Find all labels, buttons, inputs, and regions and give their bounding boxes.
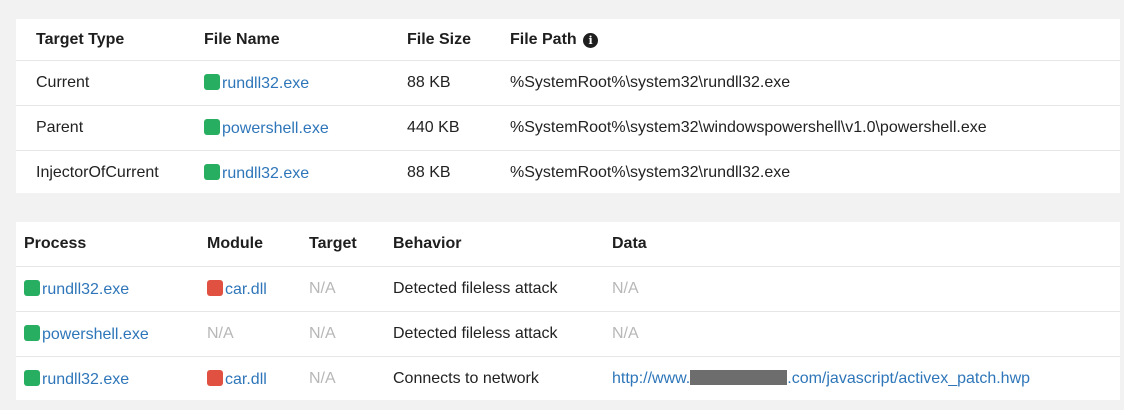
- target-files-table: Target Type File Name File Size File Pat…: [16, 19, 1120, 195]
- target-cell: N/A: [309, 370, 336, 387]
- module-link[interactable]: car.dll: [225, 281, 267, 298]
- behavior-cell: Detected fileless attack: [393, 266, 612, 312]
- target-cell: N/A: [309, 266, 393, 312]
- file-size-cell: 88 KB: [407, 164, 451, 181]
- behavior-cell: Detected fileless attack: [393, 311, 612, 357]
- module-link[interactable]: car.dll: [225, 371, 267, 388]
- header-module: Module: [207, 222, 309, 267]
- process-link[interactable]: powershell.exe: [42, 326, 149, 343]
- target-cell: N/A: [309, 311, 393, 357]
- table-row: rundll32.exe car.dll N/A Detected filele…: [16, 266, 1120, 312]
- header-behavior: Behavior: [393, 222, 612, 267]
- file-path-cell: %SystemRoot%\system32\windowspowershell\…: [510, 105, 1120, 151]
- target-type-cell: InjectorOfCurrent: [36, 164, 159, 181]
- data-cell: N/A: [612, 266, 1120, 312]
- process-cell: rundll32.exe: [16, 266, 207, 312]
- table-row: Parent powershell.exe 440 KB %SystemRoot…: [16, 105, 1120, 151]
- file-name-cell: rundll32.exe: [204, 151, 407, 196]
- table-row: Current rundll32.exe 88 KB %SystemRoot%\…: [16, 60, 1120, 106]
- url-suffix: .com/javascript/activex_patch.hwp: [787, 370, 1031, 387]
- file-size-cell: 440 KB: [407, 105, 510, 151]
- file-name-link[interactable]: powershell.exe: [222, 120, 329, 137]
- file-path-cell: %SystemRoot%\system32\rundll32.exe: [510, 60, 1120, 106]
- module-cell: car.dll: [207, 266, 309, 312]
- table-row: InjectorOfCurrent rundll32.exe 88 KB %Sy…: [16, 151, 1120, 196]
- process-link[interactable]: rundll32.exe: [42, 371, 129, 388]
- file-size-cell: 88 KB: [407, 60, 510, 106]
- table-row: powershell.exe N/A N/A Detected fileless…: [16, 311, 1120, 357]
- green-status-icon: [24, 324, 40, 341]
- info-circle-icon[interactable]: i: [583, 32, 599, 48]
- header-target: Target: [309, 222, 393, 267]
- header-file-path-label: File Path: [510, 30, 577, 48]
- target-type-cell: Parent: [16, 105, 204, 151]
- behavior-events-panel: Process Module Target Behavior Data rund…: [16, 222, 1120, 400]
- behavior-cell: Connects to network: [393, 370, 539, 387]
- process-cell: rundll32.exe: [16, 357, 207, 402]
- header-data: Data: [612, 222, 1120, 267]
- target-files-panel: Target Type File Name File Size File Pat…: [16, 19, 1120, 193]
- header-file-path: File Path i: [510, 19, 1120, 61]
- table-header-row: Target Type File Name File Size File Pat…: [16, 19, 1120, 61]
- redaction-block: [690, 370, 788, 385]
- data-cell: N/A: [612, 311, 1120, 357]
- green-status-icon: [204, 163, 220, 180]
- header-file-size: File Size: [407, 19, 510, 61]
- red-status-icon: [207, 369, 223, 386]
- header-target-type: Target Type: [16, 19, 204, 61]
- module-cell: car.dll: [207, 357, 309, 402]
- file-path-cell: %SystemRoot%\system32\rundll32.exe: [510, 164, 791, 181]
- red-status-icon: [207, 279, 223, 296]
- target-type-cell: Current: [16, 60, 204, 106]
- file-name-cell: rundll32.exe: [204, 60, 407, 106]
- header-process: Process: [16, 222, 207, 267]
- table-row: rundll32.exe car.dll N/A Connects to net…: [16, 357, 1120, 402]
- process-link[interactable]: rundll32.exe: [42, 281, 129, 298]
- process-cell: powershell.exe: [16, 311, 207, 357]
- data-cell: http://www. .com/javascript/activex_patch…: [612, 357, 1120, 402]
- file-name-cell: powershell.exe: [204, 105, 407, 151]
- url-link[interactable]: http://www. .com/javascript/activex_patch…: [612, 370, 1030, 387]
- table-header-row: Process Module Target Behavior Data: [16, 222, 1120, 267]
- url-prefix: http://www.: [612, 370, 691, 387]
- green-status-icon: [24, 279, 40, 296]
- behavior-events-table: Process Module Target Behavior Data rund…: [16, 222, 1120, 401]
- file-name-link[interactable]: rundll32.exe: [222, 75, 309, 92]
- green-status-icon: [204, 73, 220, 90]
- green-status-icon: [204, 118, 220, 135]
- header-file-name: File Name: [204, 19, 407, 61]
- module-cell: N/A: [207, 311, 309, 357]
- green-status-icon: [24, 369, 40, 386]
- file-name-link[interactable]: rundll32.exe: [222, 165, 309, 182]
